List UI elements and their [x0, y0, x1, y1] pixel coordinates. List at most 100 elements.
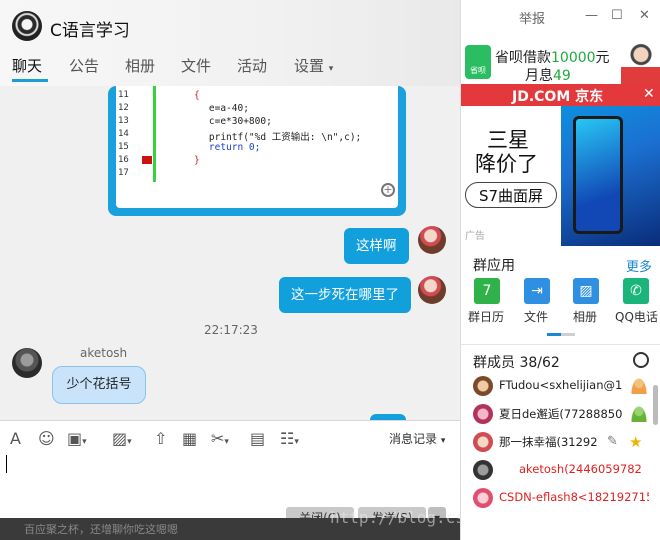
- line-number: 11: [118, 90, 129, 100]
- footer-hint: 百应聚之杯，还增聊你吃这嗯嗯: [24, 523, 178, 536]
- font-icon[interactable]: A: [10, 429, 21, 448]
- loan-amount: 10000: [551, 50, 596, 66]
- member-row[interactable]: 那一抹幸福(31292 ✎ ★: [461, 428, 660, 456]
- more-link[interactable]: 更多: [626, 256, 652, 275]
- tab-settings[interactable]: 设置 ▾: [294, 55, 333, 76]
- outgoing-message[interactable]: 这一步死在哪里了: [279, 277, 411, 313]
- members-title: 群成员 38/62: [473, 355, 560, 371]
- member-row[interactable]: CSDN-eflash8<18219271587>: [461, 484, 660, 512]
- gif-icon[interactable]: ▣▾: [67, 429, 87, 448]
- app-label[interactable]: QQ电话: [615, 308, 658, 325]
- member-name: 夏日de邂逅(77288850): [499, 407, 623, 421]
- maximize-icon[interactable]: ☐: [611, 8, 623, 23]
- upload-icon[interactable]: ⇧: [154, 429, 167, 448]
- line-number: 13: [118, 116, 129, 126]
- phone-ad[interactable]: 三星 降价了 S7曲面屏 广告: [461, 106, 660, 246]
- phone-ad-model: S7曲面屏: [465, 182, 557, 208]
- tab-announcement[interactable]: 公告: [69, 55, 99, 76]
- code-line: return 0;: [186, 142, 261, 153]
- ad-tag: 广告: [465, 231, 485, 242]
- tab-files[interactable]: 文件: [181, 55, 211, 76]
- member-row[interactable]: 夏日de邂逅(77288850): [461, 400, 660, 428]
- message-list[interactable]: 11 12 13 14 15 16 17 { e=a-40; c=e*30+80…: [0, 86, 460, 420]
- input-toolbar: A ☺ ▣▾ ▨▾ ⇧ ▦ ✂▾ ▤ ☷▾ 消息记录 ▾: [0, 421, 460, 453]
- message-input[interactable]: [0, 453, 460, 503]
- app-label[interactable]: 文件: [524, 308, 548, 325]
- report-link[interactable]: 举报: [519, 8, 545, 27]
- change-marker: [153, 86, 156, 182]
- line-number: 16: [118, 155, 129, 165]
- text-caret: [6, 455, 7, 473]
- code-line: }: [194, 155, 200, 166]
- tab-chat[interactable]: 聊天: [12, 55, 42, 76]
- message-timestamp: 22:17:23: [204, 323, 258, 337]
- gift-icon[interactable]: ▦: [182, 429, 197, 448]
- admin-icon: [631, 406, 647, 422]
- avatar: [473, 432, 493, 452]
- search-icon[interactable]: [633, 352, 649, 368]
- app-label[interactable]: 相册: [573, 308, 597, 325]
- jd-logo-text: JD.COM 京东: [512, 89, 604, 105]
- breakpoint-marker: [142, 156, 152, 164]
- loan-unit: 元: [595, 50, 610, 66]
- jd-ad-header: JD.COM 京东 ✕: [461, 84, 660, 106]
- right-panel: 举报 — ☐ ✕ 省呗 省呗借款10000元 月息49 JD.COM 京东 ✕ …: [460, 0, 660, 540]
- phone-ad-headline: 降价了: [475, 152, 538, 176]
- close-icon[interactable]: ✕: [639, 8, 650, 23]
- avatar[interactable]: [418, 226, 446, 254]
- code-line: {: [194, 90, 200, 101]
- emoji-icon[interactable]: ☺: [38, 429, 55, 448]
- album-icon[interactable]: ▨: [573, 278, 599, 304]
- outgoing-message[interactable]: 这样啊: [344, 228, 409, 264]
- active-tab-indicator: [12, 79, 48, 82]
- minimize-icon[interactable]: —: [585, 8, 598, 23]
- close-icon[interactable]: ✕: [643, 86, 655, 102]
- zoom-in-icon[interactable]: +: [381, 183, 395, 197]
- screenshot-icon[interactable]: ✂▾: [211, 429, 229, 448]
- page-indicator: [561, 333, 575, 336]
- member-row[interactable]: FTudou<sxhelijian@163.c: [461, 372, 660, 400]
- avatar[interactable]: [418, 276, 446, 304]
- member-row[interactable]: aketosh(2446059782): [461, 456, 660, 484]
- member-name: FTudou<sxhelijian@163.c: [499, 378, 623, 392]
- code-line: printf("%d 工资输出: \n",c);: [186, 132, 362, 143]
- red-packet-icon[interactable]: ▤: [250, 429, 265, 448]
- message-history-button[interactable]: 消息记录 ▾: [389, 430, 445, 447]
- tab-activity[interactable]: 活动: [237, 55, 267, 76]
- scrollbar[interactable]: [653, 385, 658, 425]
- owner-icon: [631, 378, 647, 394]
- mascot-image: [621, 42, 660, 84]
- loan-ad-line2: 月息49: [525, 65, 571, 85]
- edit-icon[interactable]: ✎: [607, 434, 618, 449]
- avatar: [473, 488, 493, 508]
- line-number: 17: [118, 168, 129, 178]
- star-icon: ★: [629, 433, 643, 451]
- message-history-label: 消息记录: [389, 432, 438, 446]
- group-avatar[interactable]: [12, 11, 42, 41]
- group-title: C语言学习: [50, 21, 130, 41]
- avatar[interactable]: [12, 348, 42, 378]
- tab-album[interactable]: 相册: [125, 55, 155, 76]
- avatar: [473, 376, 493, 396]
- image-icon[interactable]: ▨▾: [112, 429, 132, 448]
- chat-header: C语言学习 聊天 公告 相册 文件 活动 设置 ▾: [0, 0, 460, 86]
- line-number: 15: [118, 142, 129, 152]
- avatar: [473, 404, 493, 424]
- phone-body: [573, 116, 623, 234]
- phone-image: [561, 106, 660, 246]
- line-gutter: 11 12 13 14 15 16 17: [116, 86, 158, 208]
- incoming-message[interactable]: 少个花括号: [52, 366, 146, 404]
- calendar-icon[interactable]: 7: [474, 278, 500, 304]
- image-message[interactable]: 11 12 13 14 15 16 17 { e=a-40; c=e*30+80…: [108, 86, 406, 216]
- code-line: e=a-40;: [186, 103, 249, 114]
- file-icon[interactable]: ⇥: [524, 278, 550, 304]
- more-tools-icon[interactable]: ☷▾: [280, 429, 299, 448]
- member-name: 那一抹幸福(31292: [499, 435, 598, 449]
- phone-icon[interactable]: ✆: [623, 278, 649, 304]
- loan-ad[interactable]: 省呗 省呗借款10000元 月息49: [461, 42, 660, 84]
- app-label[interactable]: 群日历: [468, 308, 504, 325]
- chevron-down-icon: ▾: [328, 64, 334, 74]
- loan-ad-text: 省呗借款: [495, 50, 551, 66]
- member-name: CSDN-eflash8<18219271587>: [499, 490, 649, 504]
- divider: [461, 344, 660, 345]
